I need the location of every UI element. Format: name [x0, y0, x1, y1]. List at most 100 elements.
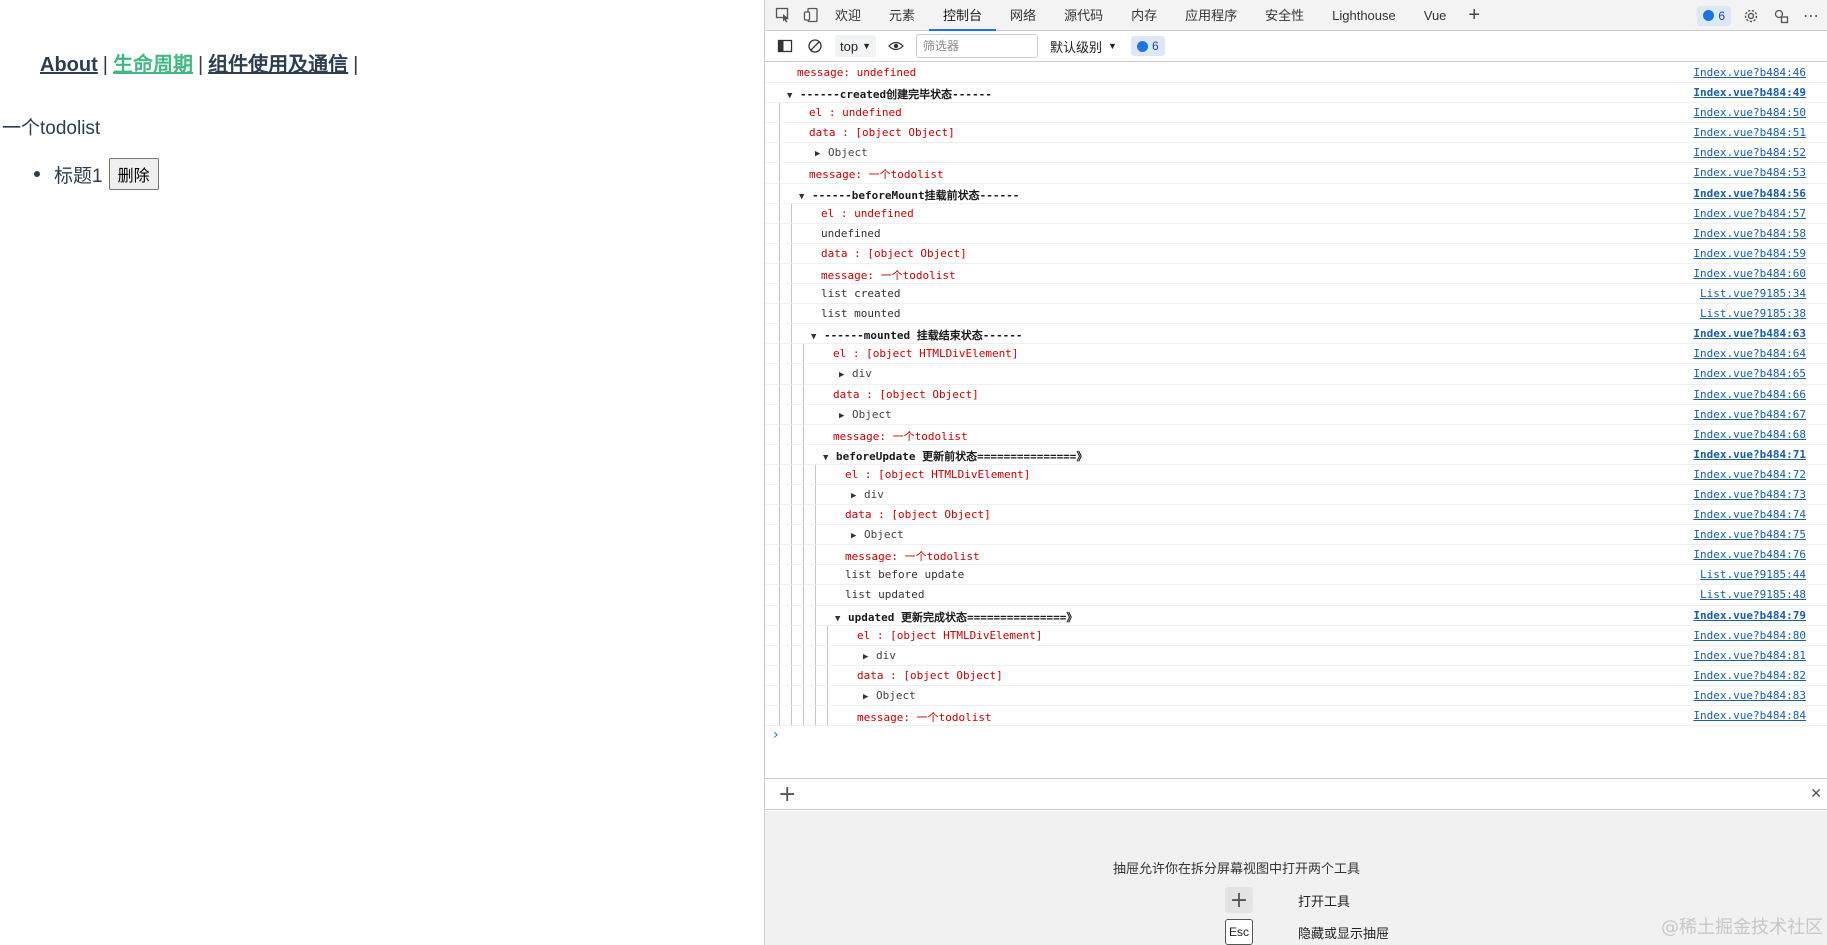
nav-link-components[interactable]: 组件使用及通信: [208, 54, 348, 76]
source-link[interactable]: Index.vue?b484:49: [1693, 86, 1806, 99]
source-link[interactable]: Index.vue?b484:81: [1693, 649, 1806, 662]
source-link[interactable]: Index.vue?b484:84: [1693, 709, 1806, 722]
source-link[interactable]: List.vue?9185:44: [1700, 568, 1806, 581]
source-link[interactable]: Index.vue?b484:53: [1693, 166, 1806, 179]
group-indent-line: [779, 424, 780, 444]
toggle-drawer-action[interactable]: Esc 隐藏或显示抽屉: [1225, 919, 1389, 945]
console-log-row[interactable]: ▶ Object Index.vue?b484:52: [765, 143, 1827, 164]
expanded-triangle-icon[interactable]: ▼: [835, 614, 844, 624]
close-drawer-icon[interactable]: ✕: [1810, 785, 1822, 802]
source-link[interactable]: Index.vue?b484:60: [1693, 267, 1806, 280]
delete-button[interactable]: 删除: [108, 158, 159, 190]
source-link[interactable]: Index.vue?b484:75: [1693, 528, 1806, 541]
device-toolbar-icon[interactable]: [801, 5, 821, 25]
log-text: updated 更新完成状态===============》: [848, 610, 1078, 624]
source-link[interactable]: List.vue?9185:34: [1700, 287, 1806, 300]
source-link[interactable]: Index.vue?b484:64: [1693, 347, 1806, 360]
source-link[interactable]: Index.vue?b484:50: [1693, 106, 1806, 119]
context-select[interactable]: top ▼: [835, 35, 876, 57]
source-link[interactable]: Index.vue?b484:82: [1693, 669, 1806, 682]
tab-application[interactable]: 应用程序: [1171, 0, 1251, 31]
filter-input[interactable]: [916, 34, 1038, 58]
log-message: data : [object Object]: [845, 508, 991, 521]
inspect-element-icon[interactable]: [773, 5, 793, 25]
console-group-row[interactable]: ▼ updated 更新完成状态===============》 Index.vue…: [765, 605, 1827, 626]
expanded-triangle-icon[interactable]: ▼: [823, 453, 832, 463]
tab-security[interactable]: 安全性: [1251, 0, 1318, 31]
nav-link-lifecycle[interactable]: 生命周期: [113, 54, 193, 76]
expanded-triangle-icon[interactable]: ▼: [811, 332, 820, 342]
source-link[interactable]: Index.vue?b484:56: [1693, 187, 1806, 200]
source-link[interactable]: Index.vue?b484:65: [1693, 367, 1806, 380]
collapsed-triangle-icon[interactable]: ▶: [851, 491, 860, 501]
log-message: message: 一个todolist: [809, 166, 944, 182]
tab-memory[interactable]: 内存: [1117, 0, 1171, 31]
tab-lighthouse[interactable]: Lighthouse: [1318, 0, 1410, 31]
collapsed-triangle-icon[interactable]: ▶: [863, 692, 872, 702]
collapsed-triangle-icon[interactable]: ▶: [863, 652, 872, 662]
source-link[interactable]: Index.vue?b484:68: [1693, 428, 1806, 441]
source-link[interactable]: Index.vue?b484:71: [1693, 448, 1806, 461]
issues-badge[interactable]: 6: [1130, 36, 1165, 56]
collapsed-triangle-icon[interactable]: ▶: [815, 149, 824, 159]
console-log-row[interactable]: ▶ div Index.vue?b484:73: [765, 484, 1827, 506]
collapsed-triangle-icon[interactable]: ▶: [851, 531, 860, 541]
console-log-row[interactable]: ▶ div Index.vue?b484:81: [765, 645, 1827, 666]
clear-console-icon[interactable]: [805, 36, 825, 56]
console-log-row[interactable]: ▶ Object Index.vue?b484:75: [765, 525, 1827, 546]
source-link[interactable]: Index.vue?b484:76: [1693, 548, 1806, 561]
source-link[interactable]: Index.vue?b484:57: [1693, 207, 1806, 220]
group-indent-line: [779, 243, 780, 263]
console-group-row[interactable]: ▼ ------created创建完毕状态------ Index.vue?b484…: [765, 83, 1827, 104]
console-group-row[interactable]: ▼ ------mounted 挂载结束状态------ Index.vue?b48…: [765, 324, 1827, 345]
customize-icon[interactable]: [1771, 6, 1791, 26]
watermark: @稀土掘金技术社区: [1661, 917, 1823, 938]
gear-icon[interactable]: [1741, 6, 1761, 26]
source-link[interactable]: Index.vue?b484:58: [1693, 227, 1806, 240]
source-link[interactable]: List.vue?9185:38: [1700, 307, 1806, 320]
log-message: message: undefined: [797, 66, 916, 79]
expanded-triangle-icon[interactable]: ▼: [787, 91, 796, 101]
tab-network[interactable]: 网络: [996, 0, 1050, 31]
source-link[interactable]: Index.vue?b484:51: [1693, 126, 1806, 139]
more-options-icon[interactable]: ⋯: [1801, 6, 1821, 26]
source-link[interactable]: Index.vue?b484:52: [1693, 146, 1806, 159]
log-text: message: 一个todolist: [833, 429, 968, 443]
console-log-row[interactable]: ▶ Object Index.vue?b484:67: [765, 404, 1827, 425]
collapsed-triangle-icon[interactable]: ▶: [839, 411, 848, 421]
add-tab-icon[interactable]: +: [1460, 0, 1488, 31]
source-link[interactable]: Index.vue?b484:59: [1693, 247, 1806, 260]
log-level-select[interactable]: 默认级别 ▼: [1050, 37, 1117, 56]
expanded-triangle-icon[interactable]: ▼: [799, 192, 808, 202]
source-link[interactable]: Index.vue?b484:46: [1693, 66, 1806, 79]
source-link[interactable]: Index.vue?b484:80: [1693, 629, 1806, 642]
source-link[interactable]: Index.vue?b484:74: [1693, 508, 1806, 521]
source-link[interactable]: Index.vue?b484:72: [1693, 468, 1806, 481]
tab-console[interactable]: 控制台: [929, 0, 997, 31]
console-group-row[interactable]: ▼ ------beforeMount挂载前状态------ Index.vue?b…: [765, 183, 1827, 204]
tab-elements[interactable]: 元素: [875, 0, 929, 31]
source-link[interactable]: Index.vue?b484:83: [1693, 689, 1806, 702]
tab-vue[interactable]: Vue: [1410, 0, 1461, 31]
messages-badge[interactable]: 6: [1697, 5, 1731, 26]
log-message: ▶ Object: [863, 689, 916, 702]
tab-welcome[interactable]: 欢迎: [821, 0, 875, 31]
collapsed-triangle-icon[interactable]: ▶: [839, 370, 848, 380]
console-prompt[interactable]: ›: [765, 726, 1827, 748]
console-log-row[interactable]: ▶ div Index.vue?b484:65: [765, 364, 1827, 385]
sidebar-toggle-icon[interactable]: [775, 36, 795, 56]
console-log-row[interactable]: ▶ Object Index.vue?b484:83: [765, 685, 1827, 706]
console-group-row[interactable]: ▼ beforeUpdate 更新前状态===============》 Index…: [765, 444, 1827, 465]
source-link[interactable]: Index.vue?b484:79: [1693, 609, 1806, 622]
add-drawer-tool-icon[interactable]: +: [778, 782, 796, 807]
open-tool-action[interactable]: + 打开工具: [1225, 887, 1350, 913]
tab-sources[interactable]: 源代码: [1050, 0, 1117, 31]
source-link[interactable]: Index.vue?b484:67: [1693, 408, 1806, 421]
eye-icon[interactable]: [886, 36, 906, 56]
nav-link-about[interactable]: About: [40, 54, 98, 76]
source-link[interactable]: List.vue?9185:48: [1700, 588, 1806, 601]
source-link[interactable]: Index.vue?b484:66: [1693, 388, 1806, 401]
source-link[interactable]: Index.vue?b484:73: [1693, 488, 1806, 501]
console-log-row: message: 一个todolist Index.vue?b484:60: [765, 263, 1827, 285]
source-link[interactable]: Index.vue?b484:63: [1693, 327, 1806, 340]
